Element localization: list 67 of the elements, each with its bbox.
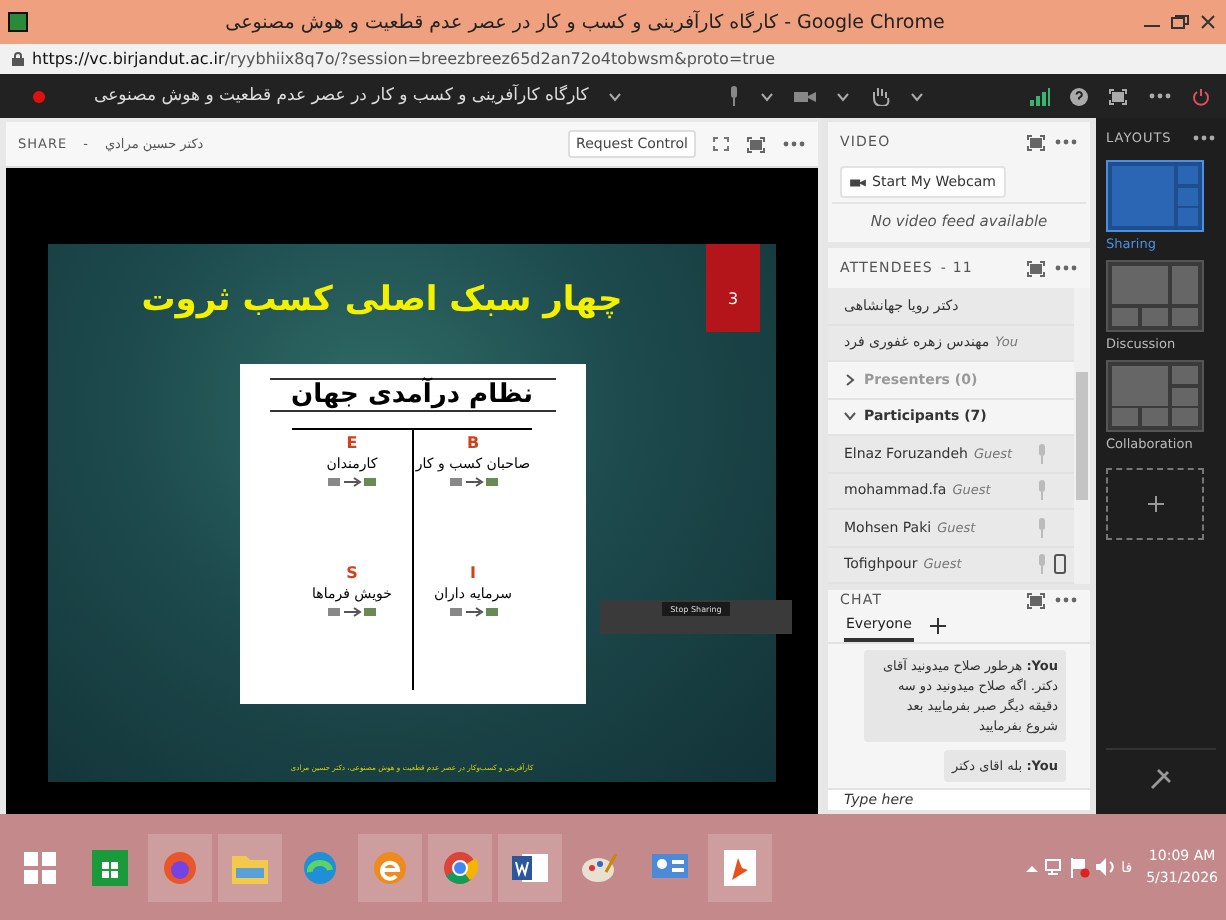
fullscreen-icon[interactable]: [746, 135, 766, 153]
quadrant-letter: I: [470, 564, 476, 582]
quadrant-letter: B: [466, 434, 480, 452]
network-icon[interactable]: [1043, 858, 1064, 876]
microphone-icon: [1036, 554, 1048, 575]
pdf-app-icon[interactable]: [724, 849, 756, 885]
figure-title: نظام درآمدی جهان: [269, 378, 555, 412]
mobile-phone-icon: [1054, 554, 1066, 575]
arrow-icon: [449, 606, 497, 618]
signal-icon: [1030, 87, 1050, 105]
plus-icon: [1147, 496, 1163, 512]
lock-icon: [12, 52, 24, 66]
fullscreen-icon[interactable]: [1026, 591, 1046, 609]
more-icon[interactable]: [782, 140, 806, 148]
more-icon[interactable]: [1148, 92, 1172, 100]
caret-up-icon[interactable]: [1025, 863, 1038, 871]
camera-icon[interactable]: [794, 89, 817, 103]
slide-title: چهار سبک اصلی کسب ثروت: [141, 280, 623, 320]
speaker-icon[interactable]: [1095, 858, 1116, 876]
more-icon[interactable]: [1054, 596, 1078, 604]
more-icon[interactable]: [1054, 138, 1078, 146]
caret-icon[interactable]: [910, 91, 925, 101]
window-title: کارگاه کارآفرینی و کسب و کار در عصر عدم قطعیت و هوش مصنوعی - Google Chrome: [223, 11, 947, 33]
control-panel-icon[interactable]: [652, 851, 688, 883]
microphone-icon: [1036, 480, 1048, 501]
flag-icon[interactable]: [1069, 857, 1090, 877]
address-bar[interactable]: https://vc.birjandut.ac.ir/ryybhiix8q7o/?session=breezbreez65d2an72o4tobwsm&proto=true: [0, 44, 1226, 74]
close-icon[interactable]: [1198, 14, 1218, 30]
add-layout-button[interactable]: [1106, 468, 1204, 540]
camera-icon: [850, 177, 866, 187]
meeting-title: کارگاه کارآفرینی و کسب و کار در عصر عدم قطعیت و هوش مصنوعی: [94, 86, 589, 106]
word-icon[interactable]: [512, 851, 548, 883]
microphone-icon: [1036, 517, 1048, 538]
zoom-fit-icon[interactable]: [712, 136, 730, 152]
fullscreen-icon[interactable]: [1026, 133, 1046, 151]
more-icon[interactable]: [1054, 264, 1078, 272]
arrow-icon: [328, 606, 376, 618]
arrow-icon: [328, 476, 376, 488]
restore-icon[interactable]: [1170, 14, 1190, 30]
chevron-icon: [844, 373, 856, 386]
browser-icon[interactable]: [162, 849, 198, 885]
quadrant-letter: E: [346, 434, 358, 452]
raise-hand-icon[interactable]: [870, 86, 891, 106]
store-icon[interactable]: [92, 849, 128, 885]
slide-number: 3: [706, 244, 760, 332]
microphone-icon: [1036, 443, 1048, 464]
microphone-icon[interactable]: [728, 86, 741, 106]
paint-palette-icon[interactable]: [582, 851, 618, 883]
arrow-icon: [449, 476, 497, 488]
fullscreen-icon[interactable]: [1026, 259, 1046, 277]
url-text: https://vc.birjandut.ac.ir/ryybhiix8q7o/?session=breezbreez65d2an72o4tobwsm&proto=true: [32, 50, 776, 68]
help-icon[interactable]: [1070, 87, 1088, 105]
power-icon[interactable]: [1192, 87, 1210, 105]
caret-icon[interactable]: [608, 91, 623, 101]
scrollbar[interactable]: [1074, 288, 1090, 584]
tools-icon[interactable]: [1150, 768, 1172, 790]
caret-icon[interactable]: [836, 91, 851, 101]
windows-start-icon[interactable]: [24, 851, 56, 883]
app-icon: [8, 12, 28, 32]
recording-dot-icon: [32, 89, 46, 103]
fullscreen-icon[interactable]: [1108, 87, 1128, 105]
caret-icon[interactable]: [760, 91, 775, 101]
plus-icon[interactable]: [929, 618, 946, 634]
quadrant-letter: S: [346, 564, 358, 582]
more-icon[interactable]: [1192, 134, 1216, 142]
chrome-icon[interactable]: [442, 849, 478, 885]
chevron-icon: [844, 410, 856, 423]
